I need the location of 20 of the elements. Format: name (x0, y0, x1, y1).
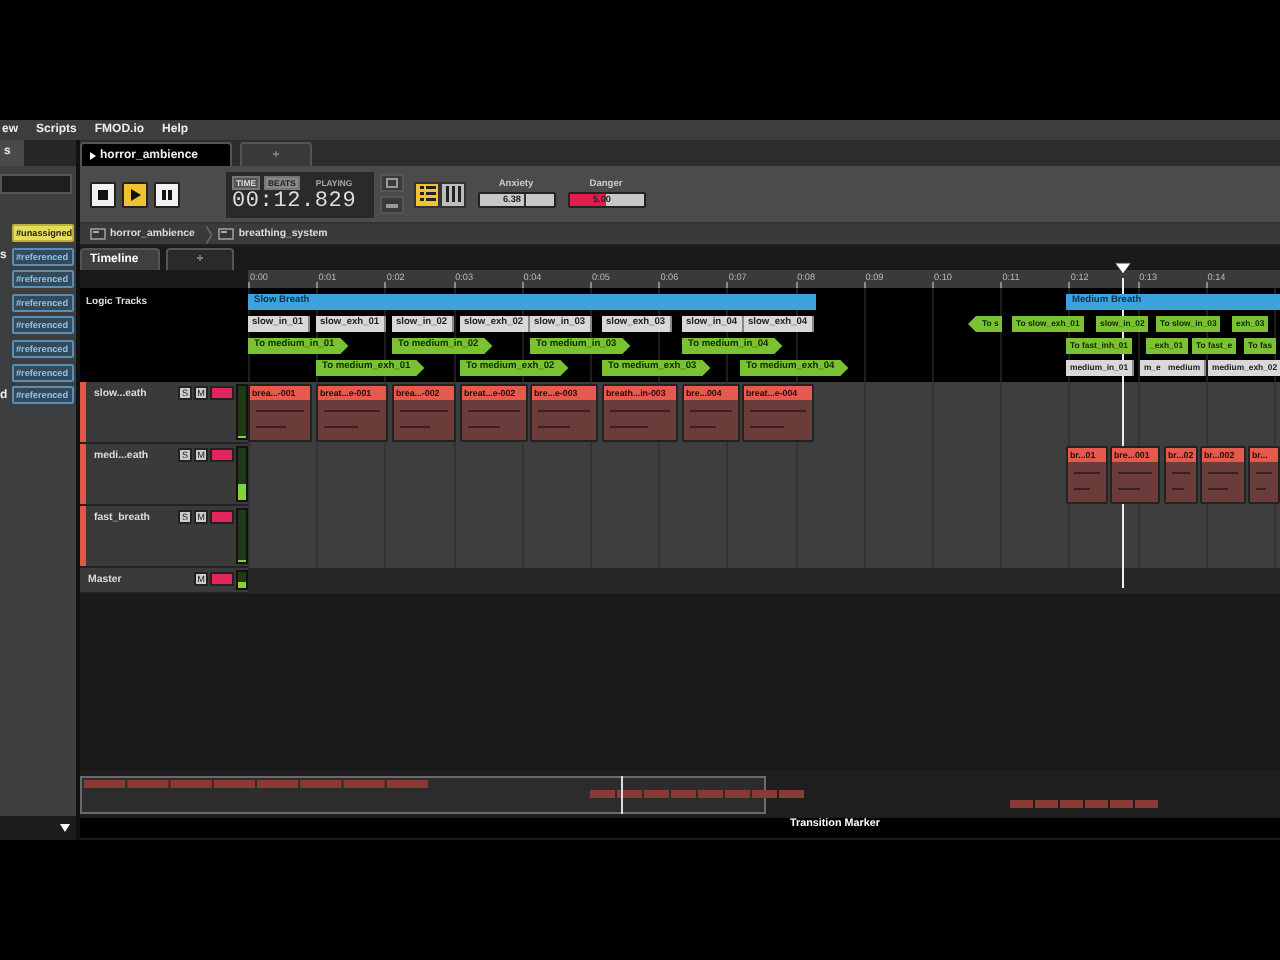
view-button[interactable] (440, 181, 466, 207)
output-knob[interactable] (210, 448, 234, 462)
time-readout: 00:12.829 (232, 189, 359, 213)
stop-button[interactable] (90, 181, 116, 207)
play-icon (128, 187, 142, 201)
pause-button[interactable] (154, 181, 180, 207)
output-knob[interactable] (210, 510, 234, 524)
stop-icon (96, 187, 110, 201)
search-field[interactable] (0, 174, 72, 194)
view-button[interactable] (414, 181, 440, 207)
dropdown-caret-icon (60, 824, 70, 832)
loop-icon (386, 178, 398, 188)
event-triangle-icon (90, 151, 96, 159)
output-knob[interactable] (210, 386, 234, 400)
list-icon (419, 186, 435, 202)
play-button[interactable] (122, 181, 148, 207)
output-knob[interactable] (210, 572, 234, 586)
pause-icon (160, 187, 174, 201)
chevron-icon (206, 225, 213, 243)
columns-icon (445, 186, 461, 202)
